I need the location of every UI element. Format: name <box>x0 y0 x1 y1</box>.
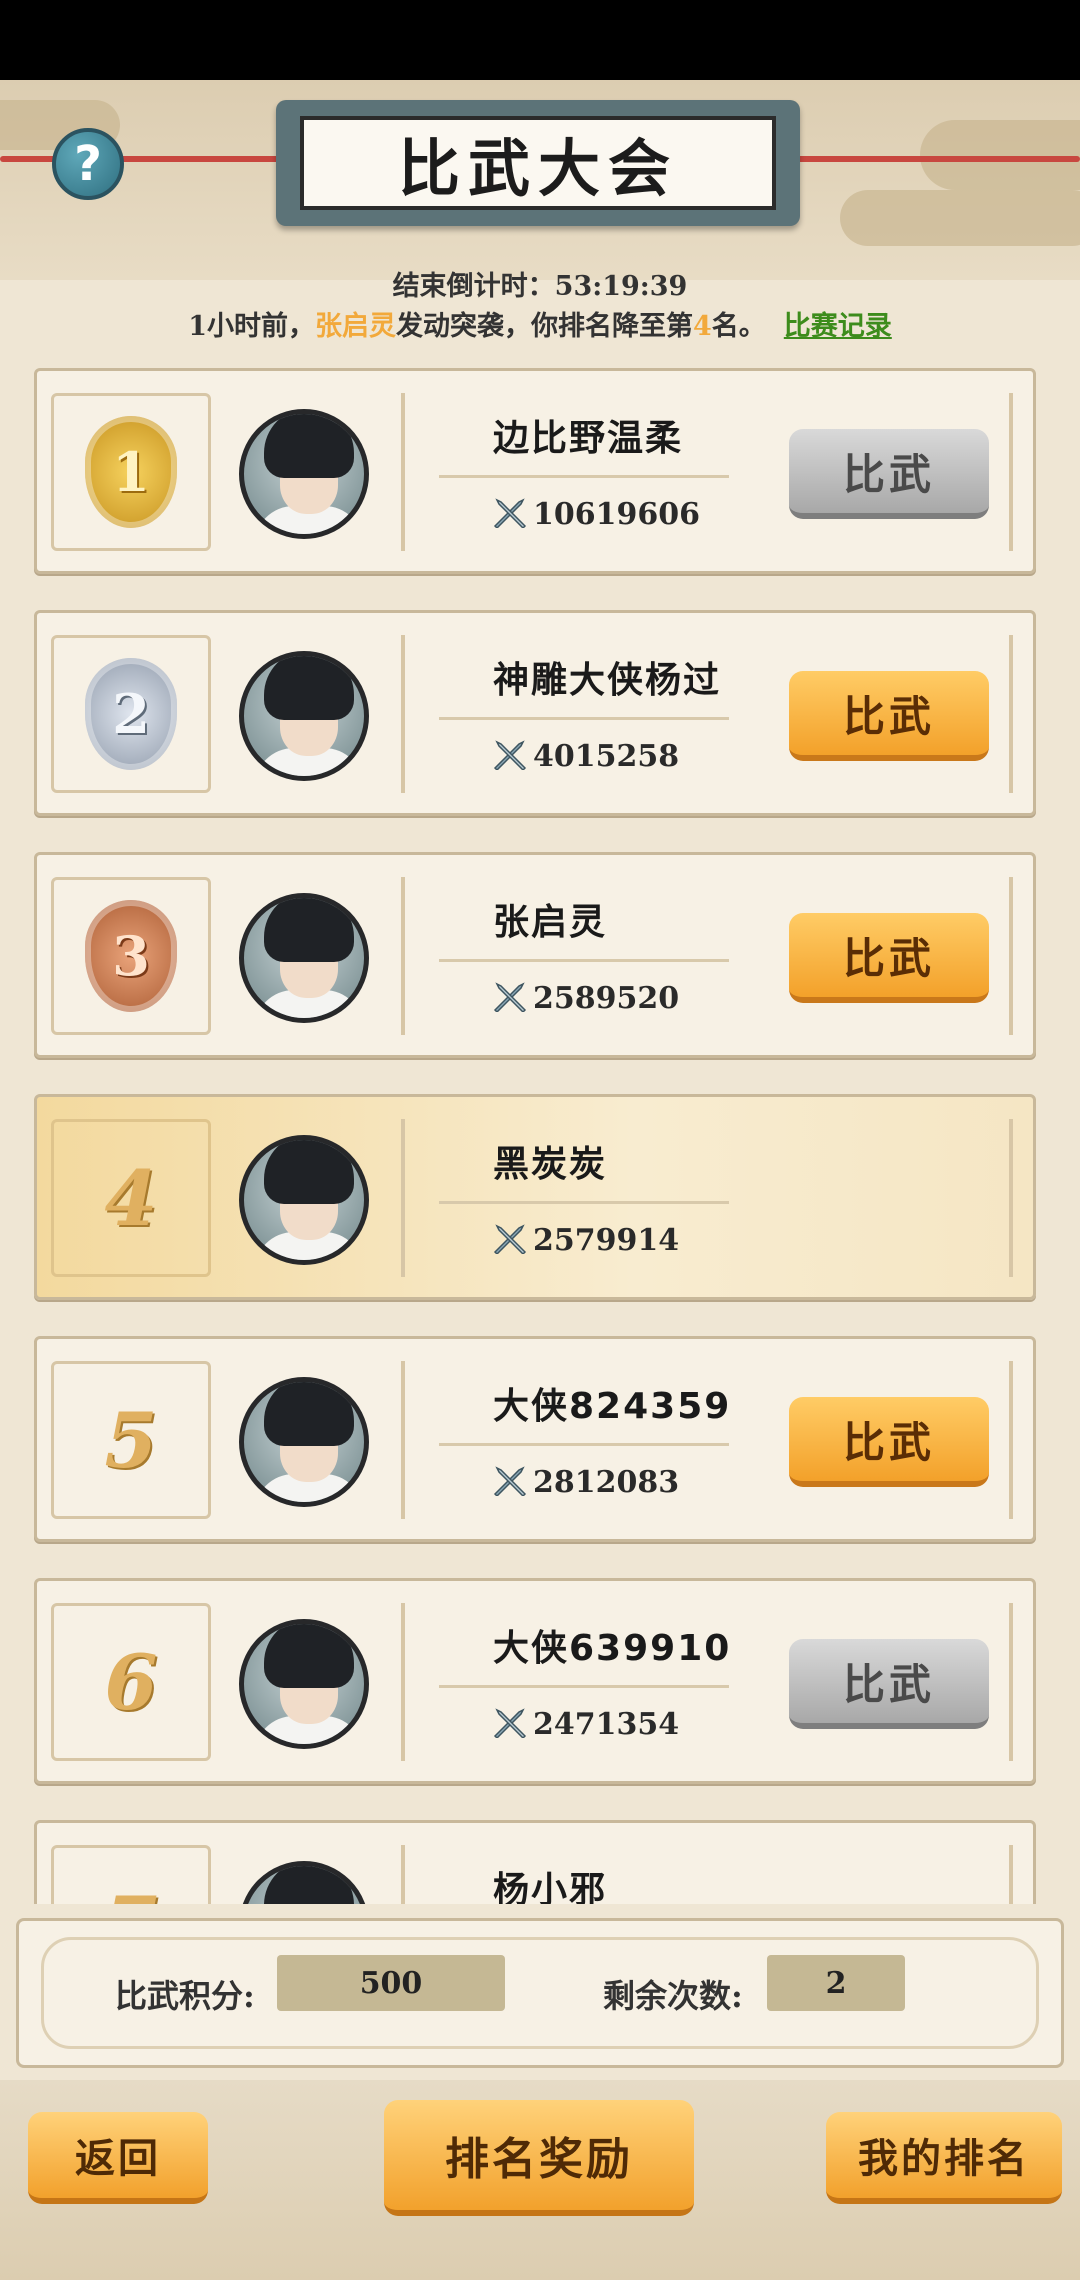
combat-power: 2579914 <box>493 1223 679 1258</box>
notice-middle: 发动突袭，你排名降至第 <box>396 311 693 342</box>
cloud-decoration <box>920 120 1080 190</box>
player-card: 3 张启灵 2589520 比武 <box>34 852 1036 1058</box>
crossed-swords-icon <box>493 1708 527 1740</box>
divider <box>439 1443 729 1446</box>
challenge-button[interactable]: 比武 <box>789 1397 989 1487</box>
player-card: 2 神雕大侠杨过 4015258 比武 <box>34 610 1036 816</box>
player-avatar[interactable] <box>239 893 369 1023</box>
challenge-button[interactable]: 比武 <box>789 429 989 519</box>
challenge-button[interactable]: 比武 <box>789 913 989 1003</box>
rank-box: 5 <box>51 1361 211 1519</box>
notice-prefix: 1小时前， <box>188 311 315 342</box>
combat-power: 2471354 <box>493 1707 679 1742</box>
red-rope-left <box>0 156 290 162</box>
divider <box>439 475 729 478</box>
challenge-button[interactable]: 比武 <box>789 671 989 761</box>
combat-power: 2589520 <box>493 981 679 1016</box>
points-label: 比武积分: <box>115 1977 255 2015</box>
divider <box>439 717 729 720</box>
remaining-label: 剩余次数: <box>603 1977 743 2015</box>
player-avatar[interactable] <box>239 409 369 539</box>
combat-power-value: 2471354 <box>533 1707 680 1742</box>
player-name: 大侠639910 <box>493 1628 732 1669</box>
rank-box: 7 <box>51 1845 211 1904</box>
countdown-time: 53:19:39 <box>554 271 688 302</box>
rank-number: 6 <box>104 1637 158 1727</box>
rank-box: 2 <box>51 635 211 793</box>
combat-power-value: 2589520 <box>533 981 680 1016</box>
challenge-button[interactable]: 比武 <box>789 1639 989 1729</box>
title-plate: 比武大会 <box>276 100 800 226</box>
ranking-list[interactable]: 1 边比野温柔 10619606 比武 2 神雕大侠杨过 4015258 比武 3 张启灵 2589… <box>34 368 1038 1904</box>
player-name: 大侠824359 <box>493 1386 732 1427</box>
points-value: 500 <box>277 1955 505 2011</box>
silver-medal-icon: 2 <box>85 658 177 770</box>
match-record-link[interactable]: 比赛记录 <box>784 311 892 342</box>
countdown-text: 结束倒计时：53:19:39 <box>0 264 1080 303</box>
player-name: 张启灵 <box>493 902 608 943</box>
player-avatar[interactable] <box>239 1135 369 1265</box>
combat-power-value: 4015258 <box>533 739 680 774</box>
rank-box: 4 <box>51 1119 211 1277</box>
back-button[interactable]: 返回 <box>28 2112 208 2204</box>
notice-rank: 4 <box>693 311 712 342</box>
notice-suffix: 名。 <box>711 311 766 342</box>
crossed-swords-icon <box>493 982 527 1014</box>
rank-rewards-button[interactable]: 排名奖励 <box>384 2100 694 2216</box>
combat-power-value: 10619606 <box>533 497 700 532</box>
combat-power: 2812083 <box>493 1465 679 1500</box>
player-card: 7 杨小邪 <box>34 1820 1036 1904</box>
status-bar <box>0 0 1080 80</box>
rank-number: 7 <box>105 1880 158 1905</box>
crossed-swords-icon <box>493 1466 527 1498</box>
help-button[interactable]: ? <box>52 128 124 200</box>
player-info: 杨小邪 <box>401 1845 1013 1904</box>
rank-box: 6 <box>51 1603 211 1761</box>
player-card: 1 边比野温柔 10619606 比武 <box>34 368 1036 574</box>
cloud-decoration <box>840 190 1080 246</box>
combat-power-value: 2812083 <box>533 1465 680 1500</box>
bronze-medal-icon: 3 <box>85 900 177 1012</box>
player-avatar[interactable] <box>239 1861 369 1904</box>
page-title: 比武大会 <box>300 116 776 210</box>
player-card: 6 大侠639910 2471354 比武 <box>34 1578 1036 1784</box>
player-avatar[interactable] <box>239 1377 369 1507</box>
rank-number: 4 <box>104 1153 158 1243</box>
combat-power-value: 2579914 <box>533 1223 680 1258</box>
combat-power: 4015258 <box>493 739 679 774</box>
player-name: 黑炭炭 <box>493 1144 608 1185</box>
rank-box: 3 <box>51 877 211 1035</box>
player-card: 4 黑炭炭 2579914 <box>34 1094 1036 1300</box>
player-avatar[interactable] <box>239 1619 369 1749</box>
player-name: 杨小邪 <box>493 1870 608 1904</box>
remaining-value: 2 <box>767 1955 905 2011</box>
rank-box: 1 <box>51 393 211 551</box>
divider <box>439 959 729 962</box>
rank-number: 5 <box>104 1395 158 1485</box>
crossed-swords-icon <box>493 1224 527 1256</box>
stats-bar: 比武积分: 500 剩余次数: 2 <box>16 1918 1064 2068</box>
crossed-swords-icon <box>493 498 527 530</box>
gold-medal-icon: 1 <box>85 416 177 528</box>
question-icon: ? <box>74 136 102 192</box>
crossed-swords-icon <box>493 740 527 772</box>
notice-attacker: 张启灵 <box>315 311 396 342</box>
countdown-label: 结束倒计时： <box>392 271 555 302</box>
my-rank-button[interactable]: 我的排名 <box>826 2112 1062 2204</box>
combat-power: 10619606 <box>493 497 700 532</box>
divider <box>439 1201 729 1204</box>
red-rope-right <box>786 156 1080 162</box>
player-name: 边比野温柔 <box>493 418 684 459</box>
rank-notice: 1小时前，张启灵发动突袭，你排名降至第4名。 比赛记录 <box>0 304 1080 343</box>
player-card: 5 大侠824359 2812083 比武 <box>34 1336 1036 1542</box>
divider <box>439 1685 729 1688</box>
player-avatar[interactable] <box>239 651 369 781</box>
player-info: 黑炭炭 2579914 <box>401 1119 1013 1277</box>
player-name: 神雕大侠杨过 <box>493 660 722 701</box>
